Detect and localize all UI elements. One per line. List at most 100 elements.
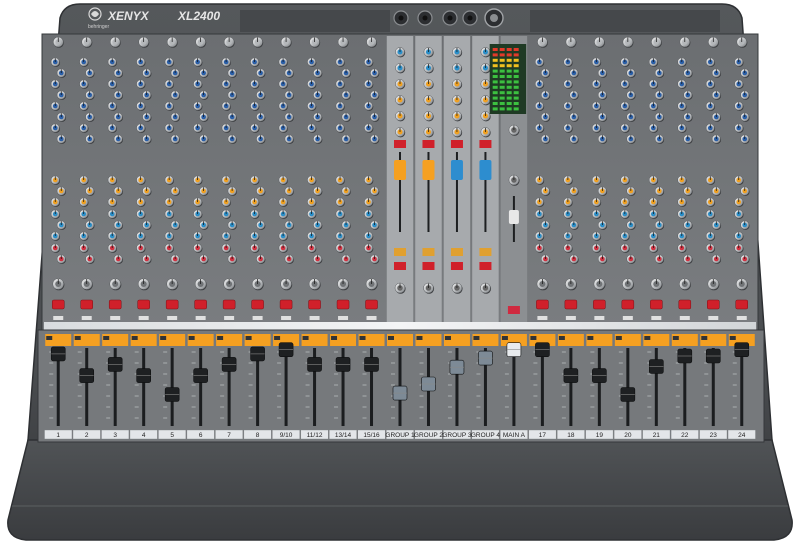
meter-led [513, 75, 519, 78]
group-mute-button[interactable] [422, 140, 435, 148]
meter-led [506, 85, 512, 89]
group-led [479, 248, 492, 256]
fader-slot [569, 348, 573, 426]
assign-button[interactable] [394, 262, 406, 270]
label-strip [736, 316, 747, 320]
label-strip [224, 316, 235, 320]
model-label: XL2400 [177, 9, 220, 23]
channel-number-label: GROUP 4 [471, 432, 501, 439]
group-led [422, 248, 435, 256]
group-fader-cap[interactable] [422, 160, 435, 180]
fader-slot [199, 348, 203, 426]
channel-number-label: 13/14 [335, 432, 352, 439]
group-fader-cap[interactable] [394, 160, 406, 180]
assign-button[interactable] [422, 262, 435, 270]
channel-number-label: MAIN A [503, 432, 526, 439]
meter-led [499, 85, 505, 89]
fader-slot [284, 348, 288, 426]
meter-led [499, 107, 505, 111]
label-strip [366, 316, 377, 320]
meter-led [492, 80, 498, 84]
fader-slot [740, 348, 744, 426]
meter-led [506, 69, 512, 73]
channel-number-label: 6 [199, 432, 203, 439]
meter-led [492, 53, 498, 57]
label-strip [81, 316, 92, 320]
label-strip [651, 316, 662, 320]
label-strip [138, 316, 149, 320]
meter-led [492, 48, 498, 51]
group-fader-cap[interactable] [450, 160, 463, 180]
meter-led [513, 53, 519, 57]
assign-button[interactable] [450, 262, 463, 270]
mute-button[interactable] [251, 299, 264, 310]
channel-strip [443, 36, 471, 326]
channel-number-label: 18 [567, 432, 575, 439]
label-strip [594, 316, 605, 320]
group-led [394, 248, 406, 256]
mute-button[interactable] [80, 299, 93, 310]
mute-button[interactable] [51, 299, 65, 310]
channel-number-label: GROUP 3 [442, 432, 472, 439]
mute-button[interactable] [308, 299, 321, 310]
group-mute-button[interactable] [450, 140, 463, 148]
fader-slot [85, 348, 89, 426]
fader-slot [540, 348, 544, 426]
meter-led [506, 75, 512, 78]
label-strip [708, 316, 719, 320]
phones-fader-cap[interactable] [508, 210, 519, 224]
fader-slot [626, 348, 630, 426]
assign-button[interactable] [479, 262, 492, 270]
group-mute-button[interactable] [394, 140, 406, 148]
label-strip [53, 316, 64, 320]
mute-button[interactable] [707, 299, 720, 310]
mute-button[interactable] [564, 299, 578, 310]
group-mute-button[interactable] [479, 140, 492, 148]
meter-led [506, 91, 512, 95]
mute-button[interactable] [108, 299, 122, 310]
mute-button[interactable] [222, 299, 236, 310]
mute-button[interactable] [536, 299, 549, 310]
channel-number-label: 1 [56, 432, 60, 439]
mute-button[interactable] [593, 299, 606, 310]
mute-button[interactable] [365, 299, 378, 310]
channel-number-label: GROUP 2 [414, 432, 444, 439]
mixer-console-photo: behringer XENYX XL2400 1 2 3 4 5 6 7 8 9/10 11/12… [7, 3, 793, 541]
meter-led [492, 91, 498, 95]
mute-button[interactable] [650, 299, 663, 310]
channel-number-label: 5 [170, 432, 174, 439]
meter-led [513, 80, 519, 84]
channel-number-label: 11/12 [307, 432, 323, 439]
mute-button[interactable] [678, 299, 692, 310]
mute-button[interactable] [336, 299, 350, 310]
meter-led [499, 64, 505, 68]
channel-number-label: 4 [142, 432, 146, 439]
mute-button[interactable] [279, 299, 293, 310]
meter-led [499, 80, 505, 84]
mute-button[interactable] [165, 299, 179, 310]
channel-number-label: 9/10 [280, 432, 293, 439]
label-strip [338, 316, 349, 320]
label-strip [622, 316, 633, 320]
meter-led [506, 58, 512, 62]
mute-button[interactable] [621, 299, 635, 310]
meter-led [492, 64, 498, 68]
channel-number-label: 22 [681, 432, 689, 439]
channel-number-label: 8 [256, 432, 260, 439]
main-mute-button[interactable] [507, 306, 520, 314]
scribble-strip [44, 322, 756, 330]
mute-button[interactable] [735, 299, 749, 310]
meter-led [506, 102, 512, 105]
label-strip [110, 316, 121, 320]
meter-led [513, 64, 519, 68]
meter-led [506, 96, 512, 100]
channel-number-label: GROUP 1 [385, 432, 415, 439]
mute-button[interactable] [194, 299, 207, 310]
channel-number-label: 19 [596, 432, 604, 439]
meter-led [492, 102, 498, 105]
group-fader-cap[interactable] [479, 160, 492, 180]
mute-button[interactable] [137, 299, 150, 310]
fader-slot [455, 348, 459, 426]
meter-led [492, 96, 498, 100]
meter-led [513, 102, 519, 105]
